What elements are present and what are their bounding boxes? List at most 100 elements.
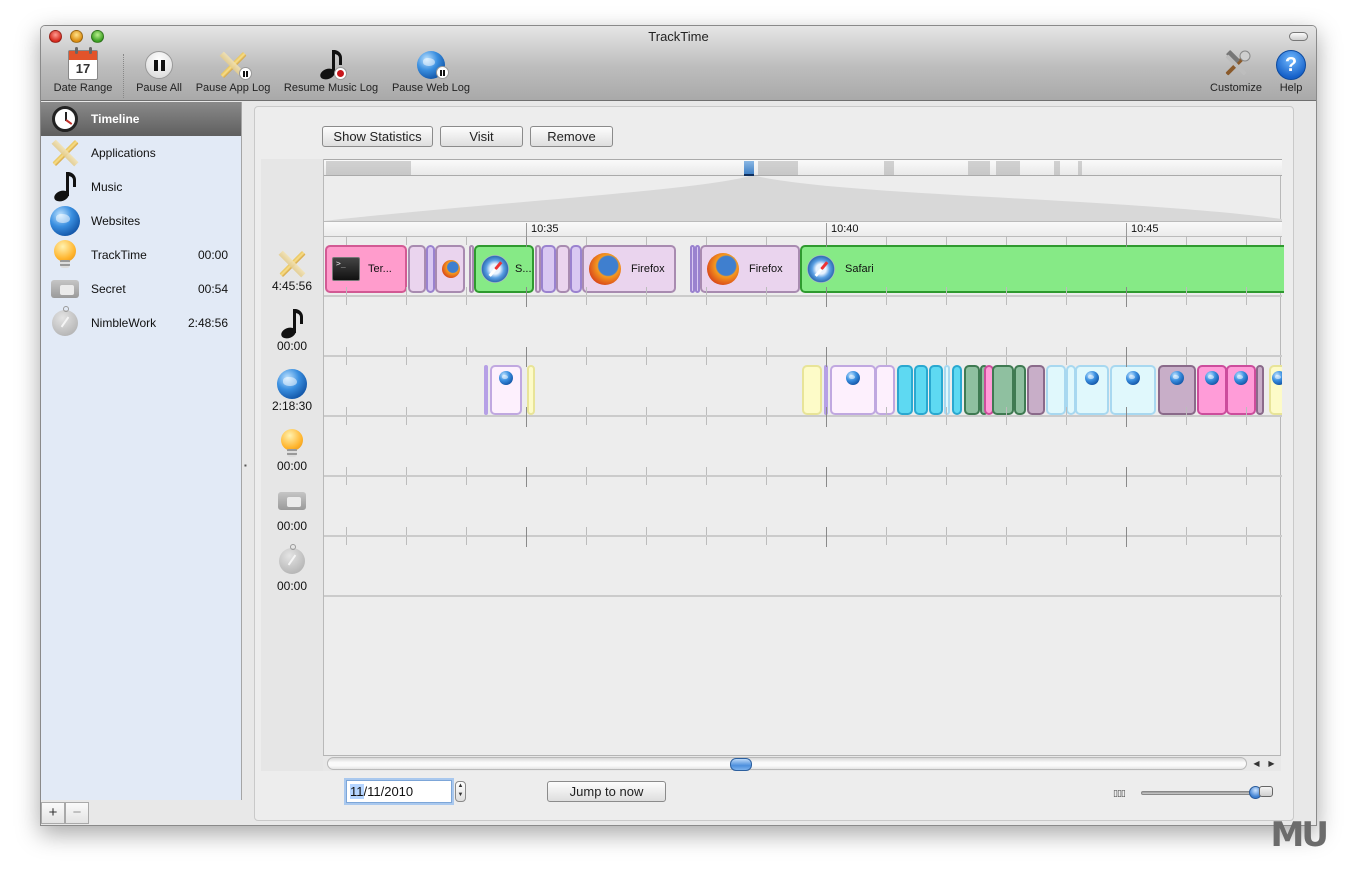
website-block[interactable] [802,365,822,415]
axis-label: 10:40 [826,223,859,237]
website-block[interactable] [944,365,950,415]
pause-web-log-label: Pause Web Log [391,82,471,94]
website-block[interactable] [1197,365,1227,415]
website-block[interactable] [1014,365,1026,415]
hammer-wrench-icon [1225,50,1251,76]
timeline: 4:45:56 00:00 2:18:30 00:00 00:00 00:00 [261,159,1284,771]
sidebar-item-tracktime[interactable]: TrackTime 00:00 [41,238,241,272]
lane-total: 00:00 [276,519,308,533]
safari-icon [807,255,835,283]
date-month-selected[interactable]: 11 [350,784,364,799]
app-block-safari[interactable]: Safari [800,245,1284,293]
toolbar-toggle-button[interactable] [1289,32,1308,41]
app-block[interactable] [408,245,426,293]
lightbulb-icon [281,429,303,459]
visit-button[interactable]: Visit [440,126,523,147]
website-block[interactable] [1256,365,1264,415]
overview-activity-mark [326,161,411,175]
website-block[interactable] [1075,365,1109,415]
globe-icon [1234,371,1248,385]
website-block[interactable] [1269,365,1282,415]
website-block[interactable] [1110,365,1156,415]
pencil-ruler-pause-icon [218,50,252,80]
scroll-thumb[interactable] [730,758,752,771]
sidebar-item-nimblework[interactable]: NimbleWork 2:48:56 [41,306,241,340]
website-block[interactable] [897,365,913,415]
divider-grip-icon[interactable]: ▪ [244,461,249,470]
lane-music [324,297,1282,357]
sidebar-item-applications[interactable]: Applications [41,136,241,170]
scroll-track[interactable] [327,757,1247,771]
app-block[interactable] [570,245,582,293]
sidebar-item-music[interactable]: Music [41,170,241,204]
pause-icon [145,51,173,79]
app-block-terminal[interactable]: >_ Ter... [325,245,407,293]
remove-category-button[interactable]: − [65,802,89,824]
website-block[interactable] [830,365,876,415]
zoom-slider[interactable]: ▯▯▯ [1111,786,1271,800]
sidebar-item-label: Music [91,180,123,194]
globe-icon [1126,371,1140,385]
websites-blocks [324,357,1282,417]
website-block[interactable] [527,365,535,415]
date-rest: /11/2010 [363,784,414,799]
sidebar-item-timeline[interactable]: Timeline [41,102,241,136]
pencil-ruler-icon [50,138,80,168]
globe-icon [499,371,513,385]
scroll-right-arrow[interactable]: ▶ [1264,757,1279,770]
date-stepper[interactable]: ▲ ▼ [455,781,466,802]
jump-to-now-button[interactable]: Jump to now [547,781,666,802]
sidebar-item-value: 2:48:56 [187,316,228,330]
app-block[interactable] [556,245,570,293]
lane-total: 4:45:56 [271,279,313,293]
website-block[interactable] [1046,365,1066,415]
add-category-button[interactable]: + [41,802,65,824]
website-block[interactable] [1226,365,1256,415]
firefox-icon [442,260,460,278]
customize-button[interactable]: Customize [1205,48,1267,94]
website-block[interactable] [914,365,928,415]
app-block-firefox[interactable]: Firefox [582,245,676,293]
app-block[interactable] [541,245,556,293]
website-block[interactable] [490,365,522,415]
website-block[interactable] [875,365,895,415]
app-block-firefox[interactable]: Firefox [700,245,800,293]
lane-label-websites: 2:18:30 [261,363,323,413]
horizontal-scrollbar[interactable]: ◀ ▶ [323,755,1281,771]
resume-music-log-button[interactable]: Resume Music Log [281,48,381,94]
overview-cursor[interactable] [744,161,754,176]
scroll-left-arrow[interactable]: ◀ [1249,757,1264,770]
website-block[interactable] [952,365,962,415]
sidebar-item-websites[interactable]: Websites [41,204,241,238]
pause-web-log-button[interactable]: Pause Web Log [391,48,471,94]
date-field[interactable]: 11/11/2010 [346,780,452,803]
app-block-firefox[interactable] [435,245,465,293]
website-block[interactable] [484,365,488,415]
pause-app-log-button[interactable]: Pause App Log [193,48,273,94]
sidebar-item-secret[interactable]: Secret 00:54 [41,272,241,306]
app-block[interactable] [426,245,435,293]
website-block[interactable] [1027,365,1045,415]
lane-labels: 4:45:56 00:00 2:18:30 00:00 00:00 00:00 [261,159,323,771]
remove-button[interactable]: Remove [530,126,613,147]
sidebar-item-label: NimbleWork [91,316,157,330]
website-block[interactable] [992,365,1014,415]
show-statistics-button[interactable]: Show Statistics [322,126,433,147]
timeline-area[interactable]: 10:35 10:40 10:45 >_ Ter... S... Firefox… [323,159,1284,771]
website-block[interactable] [824,365,828,415]
pencil-ruler-icon [277,249,307,279]
date-range-button[interactable]: 17 Date Range [47,47,119,94]
globe-icon [1170,371,1184,385]
website-block[interactable] [1158,365,1196,415]
website-block[interactable] [964,365,980,415]
app-block-safari[interactable]: S... [474,245,534,293]
website-block[interactable] [929,365,943,415]
overview-activity-mark [1054,161,1060,175]
pause-all-button[interactable]: Pause All [131,48,187,94]
zoom-projection [324,176,1282,221]
overview-strip[interactable] [324,159,1282,176]
help-button[interactable]: ? Help [1271,48,1311,94]
toolbar-separator [123,54,124,98]
sidebar: Timeline Applications Music Websites Tra… [41,102,242,800]
lane-total: 00:00 [276,339,308,353]
